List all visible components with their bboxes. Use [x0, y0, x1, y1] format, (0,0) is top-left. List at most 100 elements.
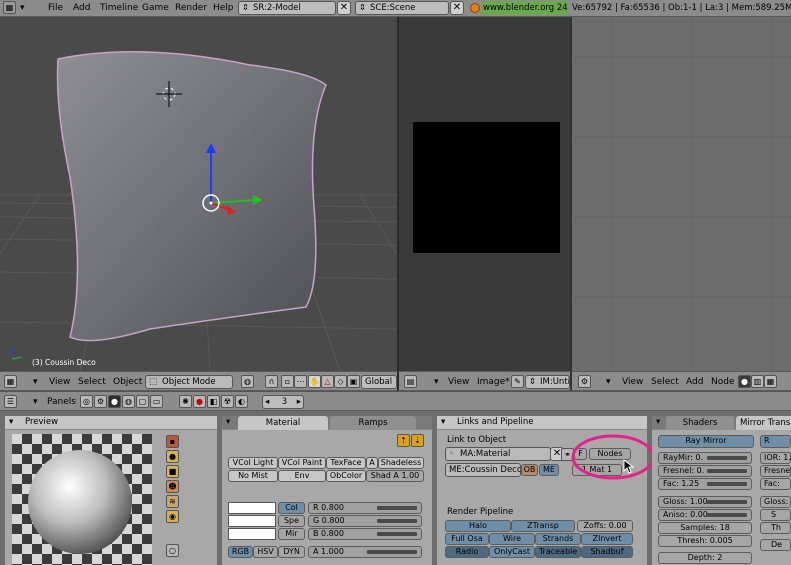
shadeless-toggle[interactable]: Shadeless — [378, 457, 424, 469]
translate-icon[interactable]: △ — [321, 375, 334, 388]
preview-flat-icon[interactable]: ▪ — [166, 435, 179, 448]
texture-nodes-icon[interactable]: ▦ — [764, 375, 777, 388]
texface-toggle[interactable]: TexFace — [326, 457, 366, 469]
me-link-button[interactable]: ME — [539, 464, 559, 476]
object-context-icon[interactable]: ◍ — [122, 395, 135, 408]
lamp-shading-icon[interactable]: ✺ — [179, 395, 192, 408]
image-editor-collapse-icon[interactable]: ▾ — [434, 377, 439, 387]
copy-material-icon[interactable]: ⇡ — [397, 434, 410, 447]
mode-selector[interactable]: ⬚ Object Mode — [145, 375, 233, 389]
pivot-icon[interactable]: ⋯ — [294, 375, 307, 388]
tab-mirror-transp[interactable]: Mirror Transp — [736, 416, 791, 430]
ztransp-toggle[interactable]: ZTransp — [511, 520, 575, 532]
traceable-toggle[interactable]: Traceable — [535, 546, 581, 558]
wire-toggle[interactable]: Wire — [489, 533, 535, 545]
magnet-icon[interactable]: ∩ — [265, 375, 278, 388]
preview-monkey-icon[interactable]: ☻ — [166, 480, 179, 493]
transp-depth-field[interactable]: De — [760, 539, 791, 551]
ray-mirror-toggle[interactable]: Ray Mirror — [658, 435, 754, 448]
mirror-collapse-icon[interactable]: ▾ — [656, 417, 660, 427]
material-selector[interactable]: ◦ MA:Material — [445, 447, 551, 461]
shadbuf-toggle[interactable]: Shadbuf — [581, 546, 633, 558]
color-swatch-mir[interactable] — [228, 528, 276, 540]
transp-fresnel-field[interactable]: Fresne — [760, 465, 791, 477]
material-nodes-icon[interactable]: ● — [738, 375, 751, 388]
editing-context-icon[interactable]: ▢ — [136, 395, 149, 408]
texture-shading-icon[interactable]: ◧ — [207, 395, 220, 408]
node-editor-menu-node[interactable]: Node — [711, 377, 735, 387]
website-link[interactable]: www.blender.org 249 — [481, 1, 568, 15]
scale-icon[interactable]: ▣ — [347, 375, 360, 388]
depth-field[interactable]: Depth: 2 — [658, 552, 752, 564]
screen-delete-button[interactable]: ✕ — [337, 1, 351, 15]
raymir-slider[interactable]: RayMir: 0. — [658, 452, 752, 464]
preview-sphere-icon[interactable]: ● — [166, 450, 179, 463]
viewport-window-type-icon[interactable]: ▦ — [4, 375, 17, 388]
onlycast-toggle[interactable]: OnlyCast — [489, 546, 535, 558]
preview-cube-icon[interactable]: ■ — [166, 465, 179, 478]
tab-shaders[interactable]: Shaders — [666, 416, 734, 430]
shading-context-icon[interactable]: ● — [108, 395, 121, 408]
ior-field[interactable]: IOR: 1. — [760, 452, 791, 464]
composite-nodes-icon[interactable]: ▥ — [751, 375, 764, 388]
node-editor[interactable] — [570, 17, 791, 371]
image-editor-menu-image[interactable]: Image* — [477, 377, 510, 387]
viewport-collapse-icon[interactable]: ▾ — [33, 377, 38, 387]
node-editor-window-type-icon[interactable]: ⚙ — [578, 375, 591, 388]
samples-field[interactable]: Samples: 18 — [658, 522, 752, 534]
menu-file[interactable]: File — [48, 3, 63, 13]
node-editor-menu-add[interactable]: Add — [686, 377, 703, 387]
transp-gloss-field[interactable]: Gloss: — [760, 496, 791, 508]
menu-help[interactable]: Help — [213, 3, 234, 13]
fresnel-fac-slider[interactable]: Fac: 1.25 — [658, 478, 752, 490]
zoffs-field[interactable]: Zoffs: 0.00 — [577, 520, 633, 532]
node-editor-menu-select[interactable]: Select — [651, 377, 679, 387]
radiosity-shading-icon[interactable]: ☢ — [221, 395, 234, 408]
green-slider[interactable]: G 0.800 — [308, 515, 422, 527]
script-context-icon[interactable]: ⚙ — [94, 395, 107, 408]
vcol-light-toggle[interactable]: VCol Light — [228, 457, 278, 469]
screen-selector[interactable]: ⇕ SR:2-Model — [238, 1, 336, 15]
viewport-menu-object[interactable]: Object — [113, 377, 142, 387]
window-type-icon[interactable]: ▦ — [3, 1, 16, 14]
world-shading-icon[interactable]: ◐ — [235, 395, 248, 408]
col-button[interactable]: Col — [278, 502, 305, 514]
node-editor-collapse-icon[interactable]: ▾ — [606, 377, 611, 387]
preview-hair-icon[interactable]: ≋ — [166, 495, 179, 508]
transp-samples-field[interactable]: S — [760, 509, 791, 521]
snap-icon[interactable]: ▫ — [281, 375, 294, 388]
tab-material[interactable]: Material — [238, 416, 328, 430]
preview-refresh-icon[interactable]: ○ — [166, 544, 179, 557]
blue-slider[interactable]: B 0.800 — [308, 528, 422, 540]
fresnel-slider[interactable]: Fresnel: 0. — [658, 465, 752, 477]
env-toggle[interactable]: Env — [278, 470, 326, 482]
preview-sky-icon[interactable]: ◉ — [166, 510, 179, 523]
thresh-field[interactable]: Thresh: 0.005 — [658, 535, 752, 547]
frame-number-field[interactable]: ◂ 3 ▸ — [262, 395, 304, 409]
material-shading-icon[interactable]: ● — [193, 395, 206, 408]
transp-thresh-field[interactable]: Th — [760, 522, 791, 534]
node-editor-menu-view[interactable]: View — [622, 377, 643, 387]
image-editor[interactable] — [397, 17, 570, 371]
shad-alpha-field[interactable]: Shad A 1.00 — [366, 470, 424, 482]
rotate-icon[interactable]: ◇ — [334, 375, 347, 388]
alpha-slider[interactable]: A 1.000 — [308, 546, 422, 558]
draw-type-icon[interactable]: ◍ — [241, 375, 254, 388]
rgb-mode-button[interactable]: RGB — [228, 546, 253, 558]
color-swatch-col[interactable] — [228, 502, 276, 514]
halo-toggle[interactable]: Halo — [445, 520, 511, 532]
no-mist-toggle[interactable]: No Mist — [228, 470, 278, 482]
logic-context-icon[interactable]: ◎ — [80, 395, 93, 408]
radio-toggle[interactable]: Radio — [445, 546, 489, 558]
gloss-slider[interactable]: Gloss: 1.00 — [658, 496, 752, 508]
aniso-slider[interactable]: Aniso: 0.00 — [658, 509, 752, 521]
image-editor-menu-view[interactable]: View — [448, 377, 469, 387]
dyn-mode-button[interactable]: DYN — [278, 546, 305, 558]
paste-material-icon[interactable]: ⇣ — [411, 434, 424, 447]
links-panel-header[interactable]: ▾ Links and Pipeline — [437, 416, 647, 430]
full-osa-toggle[interactable]: Full Osa — [445, 533, 489, 545]
menu-collapse-icon[interactable]: ▾ — [20, 3, 25, 13]
menu-add[interactable]: Add — [73, 3, 90, 13]
ray-transp-toggle[interactable]: R — [760, 435, 791, 448]
scene-delete-button[interactable]: ✕ — [450, 1, 464, 15]
